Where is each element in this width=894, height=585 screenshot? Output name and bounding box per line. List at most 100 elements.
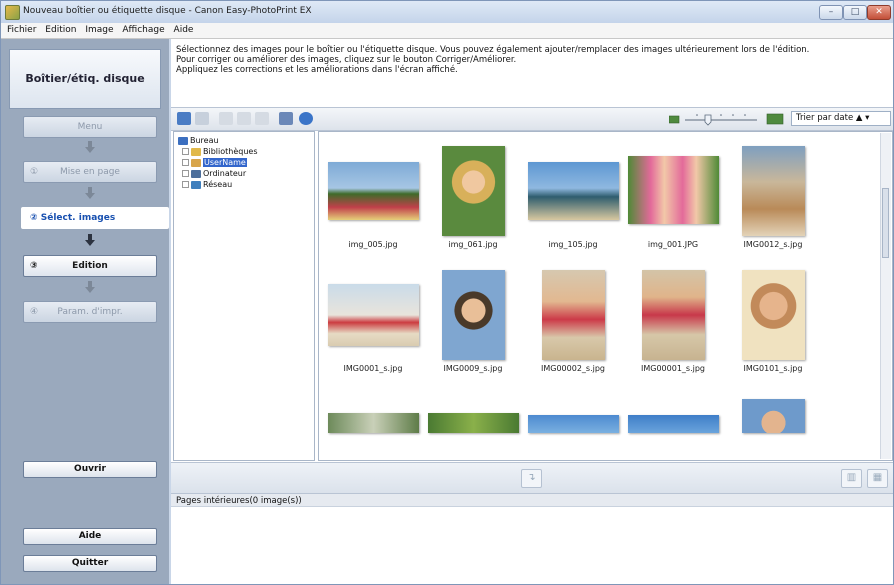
- sidebar: Boîtier/étiq. disque Menu ① Mise en page…: [1, 39, 169, 584]
- step-menu: Menu: [23, 116, 157, 138]
- image-thumbnail[interactable]: IMG0101_s.jpg: [723, 260, 823, 385]
- step-edition-label: Edition: [72, 261, 108, 271]
- web-icon[interactable]: [299, 112, 313, 125]
- image-thumbnail[interactable]: IMG00001_s.jpg: [623, 260, 723, 385]
- tree-item-network[interactable]: Réseau: [182, 180, 232, 190]
- instruction-line-3: Appliquez les corrections et les amélior…: [176, 65, 458, 75]
- folder-tree: Bureau Bibliothèques UserName Ordinateur…: [173, 131, 315, 461]
- window-title: Nouveau boîtier ou étiquette disque - Ca…: [23, 6, 312, 16]
- menu-bar: Fichier Edition Image Affichage Aide: [1, 23, 893, 39]
- instruction-line-1: Sélectionnez des images pour le boîtier …: [176, 45, 810, 55]
- menu-affichage[interactable]: Affichage: [122, 23, 164, 38]
- image-filename: IMG0001_s.jpg: [343, 364, 403, 373]
- thumbnail-image: [628, 156, 719, 224]
- app-icon: [5, 5, 20, 20]
- step-arrow-icon: [85, 234, 95, 246]
- sort-dropdown[interactable]: Trier par date ▲ ▾: [791, 111, 891, 126]
- title-bar: Nouveau boîtier ou étiquette disque - Ca…: [1, 1, 893, 24]
- remove-image-icon: ▥: [841, 469, 862, 488]
- tree-item-computer[interactable]: Ordinateur: [182, 169, 246, 179]
- sort-arrows: ▲ ▾: [855, 113, 870, 123]
- tree-item-desktop[interactable]: Bureau: [178, 136, 219, 146]
- image-gallery: img_005.jpg img_061.jpg img_105.jpg img_…: [318, 131, 893, 461]
- image-thumbnail[interactable]: IMG0009_s.jpg: [423, 260, 523, 385]
- thumbnail-image: [528, 162, 619, 220]
- tree-label: UserName: [203, 158, 247, 167]
- list-view-icon: [195, 112, 209, 125]
- tree-label: Bibliothèques: [203, 147, 258, 156]
- image-filename: img_105.jpg: [548, 240, 598, 249]
- image-filename: IMG0012_s.jpg: [743, 240, 803, 249]
- tree-label: Ordinateur: [203, 169, 247, 178]
- expand-icon[interactable]: [182, 148, 189, 155]
- step-arrow-icon: [85, 281, 95, 293]
- thumbnail-view-icon[interactable]: [177, 112, 191, 125]
- selection-bar: ↴ ▥ ▦: [171, 462, 893, 493]
- instructions: Sélectionnez des images pour le boîtier …: [171, 39, 893, 108]
- thumbnail-size-slider[interactable]: [669, 112, 787, 126]
- image-filename: IMG00001_s.jpg: [641, 364, 705, 373]
- step-select-images[interactable]: ② Sélect. images: [21, 207, 169, 229]
- image-thumbnail[interactable]: img_001.JPG: [623, 136, 723, 261]
- tree-label: Bureau: [190, 136, 219, 145]
- thumbnail-image: [742, 270, 805, 360]
- menu-fichier[interactable]: Fichier: [7, 23, 36, 38]
- thumbnail-image: [442, 146, 505, 236]
- expand-icon[interactable]: [182, 170, 189, 177]
- instruction-line-2: Pour corriger ou améliorer des images, c…: [176, 55, 517, 65]
- step-print-settings: ④ Param. d'impr.: [23, 301, 157, 323]
- help-button[interactable]: Aide: [23, 528, 157, 545]
- image-thumbnail[interactable]: img_061.jpg: [423, 136, 523, 261]
- menu-image[interactable]: Image: [85, 23, 113, 38]
- network-icon: [191, 180, 201, 189]
- menu-aide[interactable]: Aide: [174, 23, 194, 38]
- thumbnail-image: [742, 146, 805, 236]
- expand-icon[interactable]: [182, 159, 189, 166]
- image-toolbar: Trier par date ▲ ▾: [171, 108, 893, 131]
- maximize-button[interactable]: □: [843, 5, 867, 20]
- image-thumbnail[interactable]: img_005.jpg: [323, 136, 423, 261]
- step-number: ①: [30, 167, 39, 177]
- correct-enhance-icon[interactable]: [279, 112, 293, 125]
- rotate-left-icon: [219, 112, 233, 125]
- user-folder-icon: [191, 158, 201, 167]
- close-button[interactable]: ✕: [867, 5, 891, 20]
- step-number: ③: [30, 261, 38, 271]
- menu-edition[interactable]: Edition: [45, 23, 76, 38]
- inner-pages-area[interactable]: [171, 508, 893, 584]
- minimize-button[interactable]: –: [819, 5, 843, 20]
- thumbnail-image[interactable]: [328, 413, 419, 433]
- thumbnail-image: [328, 162, 419, 220]
- thumbnail-image[interactable]: [428, 413, 519, 433]
- inner-pages-header: Pages intérieures(0 image(s)): [171, 493, 893, 507]
- sort-label: Trier par date: [796, 113, 854, 123]
- step-edition[interactable]: ③ Edition: [23, 255, 157, 277]
- image-thumbnail[interactable]: img_105.jpg: [523, 136, 623, 261]
- thumbnail-image[interactable]: [742, 399, 805, 433]
- image-thumbnail[interactable]: IMG0012_s.jpg: [723, 136, 823, 261]
- image-thumbnail[interactable]: IMG0001_s.jpg: [323, 260, 423, 385]
- image-thumbnail[interactable]: IMG00002_s.jpg: [523, 260, 623, 385]
- desktop-icon: [178, 136, 188, 145]
- folder-icon: [191, 147, 201, 156]
- tree-item-libraries[interactable]: Bibliothèques: [182, 147, 258, 157]
- image-filename: img_061.jpg: [448, 240, 498, 249]
- scrollbar-thumb[interactable]: [882, 188, 889, 258]
- step-number: ④: [30, 307, 39, 317]
- open-button[interactable]: Ouvrir: [23, 461, 157, 478]
- gallery-scrollbar[interactable]: [880, 133, 891, 459]
- step-layout-label: Mise en page: [60, 167, 120, 177]
- thumbnail-image[interactable]: [628, 415, 719, 433]
- application-window: Nouveau boîtier ou étiquette disque - Ca…: [0, 0, 894, 585]
- step-arrow-icon: [85, 141, 95, 153]
- quit-button[interactable]: Quitter: [23, 555, 157, 572]
- image-filename: IMG0101_s.jpg: [743, 364, 803, 373]
- thumbnail-image: [642, 270, 705, 360]
- expand-icon[interactable]: [182, 181, 189, 188]
- main-panel: Sélectionnez des images pour le boîtier …: [171, 39, 893, 584]
- image-filename: IMG00002_s.jpg: [541, 364, 605, 373]
- thumbnail-image[interactable]: [528, 415, 619, 433]
- tree-item-username[interactable]: UserName: [182, 158, 247, 168]
- image-info-icon: [255, 112, 269, 125]
- step-menu-label: Menu: [77, 122, 103, 132]
